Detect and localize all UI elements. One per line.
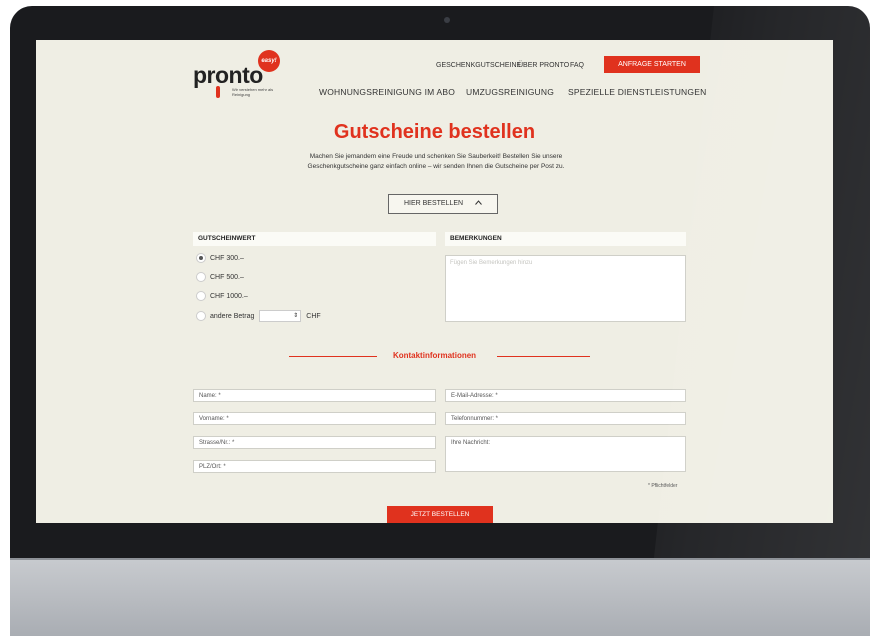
chevron-up-icon — [475, 195, 482, 213]
currency-label: CHF — [306, 312, 321, 320]
other-amount-label: andere Betrag — [210, 312, 255, 320]
street-field[interactable]: Strasse/Nr.: * — [193, 436, 436, 449]
message-textarea[interactable]: Ihre Nachricht: — [445, 436, 686, 472]
voucher-option-label: CHF 500.– — [210, 274, 244, 281]
phone-field[interactable]: Telefonnummer: * — [445, 412, 686, 425]
email-field[interactable]: E-Mail-Adresse: * — [445, 389, 686, 402]
name-field[interactable]: Name: * — [193, 389, 436, 402]
intro-text: Machen Sie jemandem eine Freude und sche… — [286, 152, 586, 172]
order-toggle-label: HIER BESTELLEN — [403, 200, 464, 207]
nav-item-apartment-cleaning[interactable]: WOHNUNGSREINIGUNG IM ABO — [319, 87, 455, 97]
logo-tagline: Wir verstehen mehr als Reinigung — [232, 87, 274, 97]
radio-checked-icon[interactable] — [196, 253, 206, 264]
radio-icon[interactable] — [196, 311, 206, 321]
voucher-option-300[interactable]: CHF 300.– — [196, 253, 244, 265]
camera-icon — [444, 17, 450, 23]
logo-drop-icon — [216, 86, 220, 98]
nav-item-moving-cleaning[interactable]: UMZUGSREINIGUNG — [466, 87, 554, 97]
chin-divider — [10, 558, 870, 560]
nav-link-gift-vouchers[interactable]: GESCHENKGUTSCHEINE — [436, 62, 521, 69]
website-screen: pronto easy! Wir verstehen mehr als Rein… — [36, 40, 833, 523]
radio-icon[interactable] — [196, 291, 206, 302]
order-toggle-button[interactable]: HIER BESTELLEN — [388, 194, 498, 214]
voucher-option-other[interactable]: andere Betrag ⇕ CHF — [196, 310, 321, 322]
intro-line-2: Geschenkgutscheine ganz einfach online –… — [307, 163, 565, 170]
voucher-option-label: CHF 1000.– — [210, 293, 248, 300]
site-header: pronto easy! Wir verstehen mehr als Rein… — [36, 40, 833, 112]
intro-line-1: Machen Sie jemandem eine Freude und sche… — [309, 153, 563, 160]
zip-city-field[interactable]: PLZ/Ort: * — [193, 460, 436, 473]
contact-heading: Kontaktinformationen — [392, 351, 477, 360]
monitor-chin — [10, 558, 870, 636]
remarks-textarea[interactable]: Fügen Sie Bemerkungen hinzu — [445, 255, 686, 322]
voucher-option-500[interactable]: CHF 500.– — [196, 272, 244, 284]
logo-badge: easy! — [258, 50, 280, 72]
nav-item-special-services[interactable]: SPEZIELLE DIENSTLEISTUNGEN — [568, 87, 706, 97]
start-request-button[interactable]: ANFRAGE STARTEN — [604, 56, 700, 73]
other-amount-stepper[interactable]: ⇕ — [259, 310, 302, 322]
page-title: Gutscheine bestellen — [333, 121, 536, 143]
nav-link-faq[interactable]: FAQ — [570, 62, 584, 69]
required-note: * Pflichtfelder — [648, 483, 678, 489]
voucher-value-heading: GUTSCHEINWERT — [193, 232, 436, 246]
radio-icon[interactable] — [196, 272, 206, 283]
voucher-option-label: CHF 300.– — [210, 255, 244, 262]
submit-order-button[interactable]: JETZT BESTELLEN — [387, 506, 493, 523]
nav-link-about[interactable]: ÜBER PRONTO — [518, 62, 569, 69]
pronto-logo[interactable]: pronto — [193, 62, 263, 89]
remarks-heading: BEMERKUNGEN — [445, 232, 686, 246]
first-name-field[interactable]: Vorname: * — [193, 412, 436, 425]
voucher-option-1000[interactable]: CHF 1000.– — [196, 291, 248, 303]
